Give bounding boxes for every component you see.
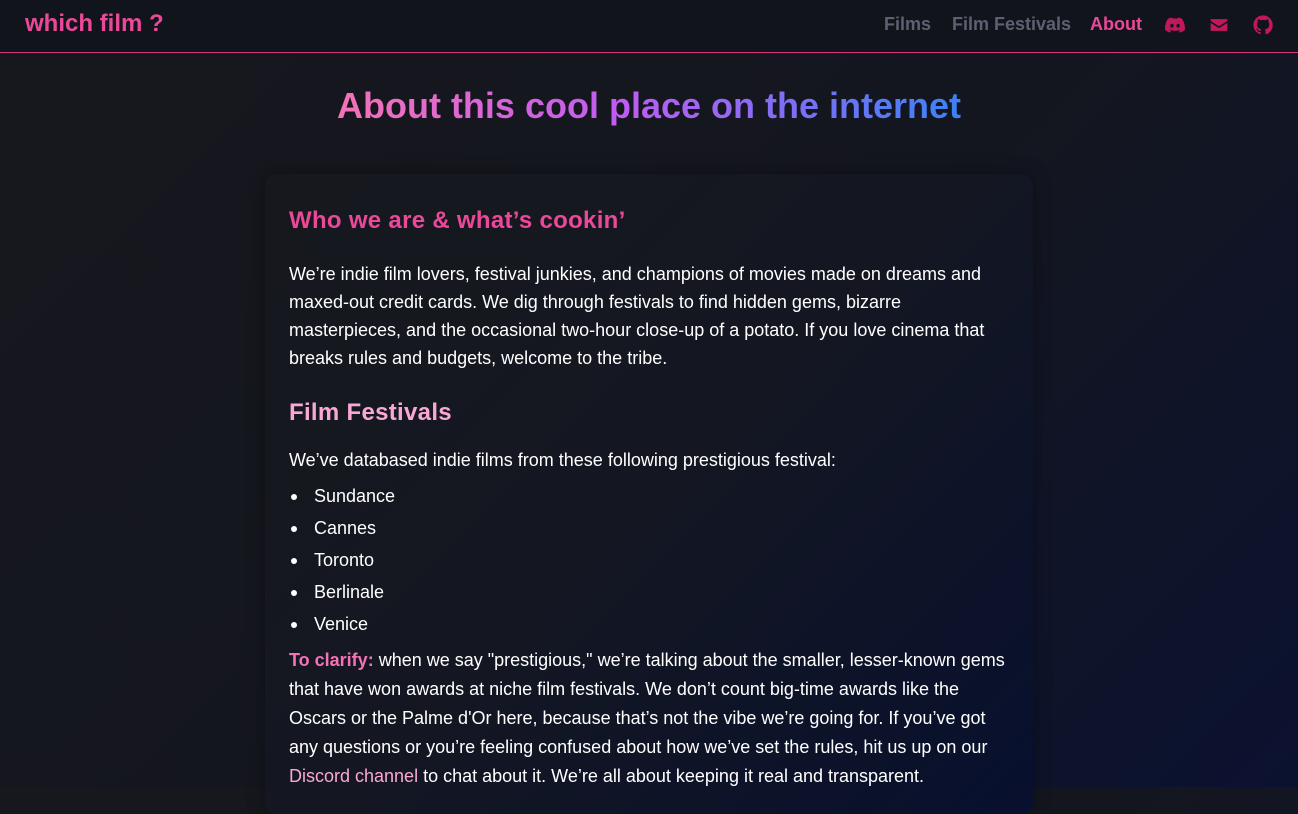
festival-item-cannes: Cannes xyxy=(289,513,395,545)
about-paragraph: We’re indie film lovers, festival junkie… xyxy=(289,264,985,368)
festival-item-toronto: Toronto xyxy=(289,545,395,577)
about-card: Who we are & what’s cookin’ We’re indie … xyxy=(265,174,1033,814)
page-title-text: About this cool place on the internet xyxy=(336,85,962,126)
envelope-icon[interactable] xyxy=(1209,15,1229,35)
festival-list: Sundance Cannes Toronto Berlinale Venice xyxy=(289,481,395,641)
github-icon[interactable] xyxy=(1253,15,1273,35)
clarify-paragraph: To clarify: when we say "prestigious," w… xyxy=(289,646,1017,791)
festival-item-venice: Venice xyxy=(289,609,395,641)
festivals-intro: We’ve databased indie films from these f… xyxy=(289,450,836,470)
page-title: About this cool place on the internet xyxy=(0,84,1298,128)
nav-link-about[interactable]: About xyxy=(1090,14,1142,35)
nav-link-film-festivals[interactable]: Film Festivals xyxy=(952,14,1071,35)
brand-logo[interactable]: which film ? xyxy=(25,10,164,38)
clarify-end-text: to chat about it. We’re all about keepin… xyxy=(418,766,925,786)
about-heading: Who we are & what’s cookin’ xyxy=(289,207,626,234)
festivals-heading: Film Festivals xyxy=(289,399,452,426)
festival-item-berlinale: Berlinale xyxy=(289,577,395,609)
clarify-label: To clarify: xyxy=(289,650,374,670)
discord-icon[interactable] xyxy=(1165,15,1185,35)
nav-link-films[interactable]: Films xyxy=(884,14,931,35)
clarify-text: when we say "prestigious," we’re talking… xyxy=(289,650,1005,757)
navbar: which film ? Films Film Festivals About xyxy=(0,0,1298,53)
festival-item-sundance: Sundance xyxy=(289,481,395,513)
discord-channel-link[interactable]: Discord channel xyxy=(289,766,418,786)
